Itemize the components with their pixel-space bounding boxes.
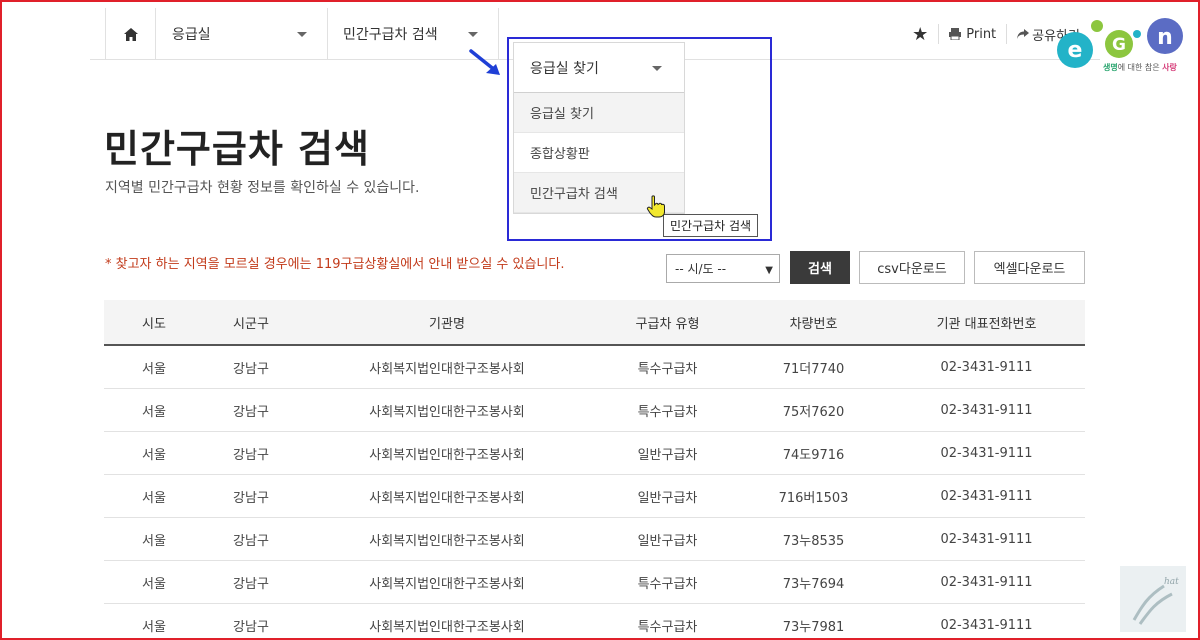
table-cell: 73누7981 [782, 619, 845, 635]
tooltip: 민간구급차 검색 [663, 214, 759, 237]
dropdown-header-label: 응급실 찾기 [530, 60, 599, 77]
table-cell: 73누7694 [782, 576, 845, 592]
table-cell: 74도9716 [782, 447, 845, 463]
table-row: 서울 강남구 사회복지법인대한구조봉사회 일반구급차 716버1503 02-3431-9… [104, 475, 1085, 518]
table-cell: 서울 [142, 576, 166, 592]
table-cell: 강남구 [233, 447, 269, 463]
favorite-button[interactable]: ★ [902, 23, 938, 45]
table-cell: 사회복지법인대한구조봉사회 [369, 490, 525, 506]
table-cell: 일반구급차 [637, 447, 698, 463]
table-cell: 일반구급차 [637, 533, 698, 549]
table-cell: 02-3431-9111 [940, 617, 1033, 633]
nav-level2-label: 민간구급차 검색 [343, 27, 438, 43]
csv-download-button[interactable]: csv다운로드 [859, 251, 965, 284]
nav-level1-label: 응급실 [172, 27, 211, 43]
table-cell: 사회복지법인대한구조봉사회 [369, 533, 525, 549]
dropdown-item-label: 종합상황판 [530, 147, 590, 162]
table-cell: 서울 [142, 404, 166, 420]
table-cell: 사회복지법인대한구조봉사회 [369, 447, 525, 463]
page-title: 민간구급차 검색 [104, 127, 370, 171]
dropdown-header[interactable]: 응급실 찾기 [514, 43, 684, 93]
star-icon: ★ [912, 23, 929, 45]
table-cell: 02-3431-9111 [940, 574, 1033, 590]
page-description: 지역별 민간구급차 현황 정보를 확인하실 수 있습니다. [105, 180, 420, 196]
table-cell: 71더7740 [782, 361, 845, 377]
table-cell: 특수구급차 [637, 619, 698, 635]
chevron-down-icon [652, 66, 662, 71]
print-button[interactable]: Print [938, 24, 1006, 44]
table-cell: 02-3431-9111 [940, 488, 1033, 504]
table-row: 서울 강남구 사회복지법인대한구조봉사회 특수구급차 73누7694 02-3431-91… [104, 561, 1085, 604]
column-header: 시군구 [233, 316, 269, 332]
table-cell: 특수구급차 [637, 361, 698, 377]
table-header: 시도 시군구 기관명 구급차 유형 차량번호 기관 대표전화번호 [104, 300, 1085, 346]
dropdown-item-emergency-room[interactable]: 응급실 찾기 [514, 93, 684, 133]
table-cell: 사회복지법인대한구조봉사회 [369, 619, 525, 635]
notice-text: * 찾고자 하는 지역을 모르실 경우에는 119구급상황실에서 안내 받으실 … [105, 257, 565, 272]
table-cell: 일반구급차 [637, 490, 698, 506]
table-cell: 사회복지법인대한구조봉사회 [369, 404, 525, 420]
home-icon [123, 27, 138, 41]
table-cell: 73누8535 [782, 533, 845, 549]
table-cell: 특수구급차 [637, 404, 698, 420]
printer-icon [949, 28, 962, 40]
column-header: 구급차 유형 [635, 316, 700, 332]
svg-text:n: n [1157, 25, 1173, 50]
table-cell: 강남구 [233, 619, 269, 635]
table-cell: 강남구 [233, 533, 269, 549]
region-select-value: -- 시/도 -- [675, 262, 727, 276]
table-body: 서울 강남구 사회복지법인대한구조봉사회 특수구급차 71더7740 02-3431-91… [104, 346, 1085, 640]
table-cell: 서울 [142, 619, 166, 635]
table-cell: 75저7620 [782, 404, 845, 420]
table-cell: 서울 [142, 361, 166, 377]
column-header: 시도 [142, 316, 166, 332]
svg-text:hat: hat [1164, 577, 1179, 587]
table-cell: 특수구급차 [637, 576, 698, 592]
logo-tagline: 생명에 대한 참은 사랑 [1103, 62, 1177, 72]
column-header: 기관 대표전화번호 [936, 316, 1037, 332]
svg-text:e: e [1068, 38, 1083, 63]
dropdown-item-label: 응급실 찾기 [530, 107, 594, 122]
table-cell: 02-3431-9111 [940, 402, 1033, 418]
svg-text:G: G [1112, 35, 1126, 55]
table-cell: 02-3431-9111 [940, 445, 1033, 461]
table-cell: 716버1503 [778, 490, 849, 506]
table-row: 서울 강남구 사회복지법인대한구조봉사회 일반구급차 74도9716 02-3431-91… [104, 432, 1085, 475]
column-header: 기관명 [429, 316, 465, 332]
table-cell: 서울 [142, 447, 166, 463]
table-cell: 강남구 [233, 404, 269, 420]
table-cell: 사회복지법인대한구조봉사회 [369, 361, 525, 377]
dropdown-item-label: 민간구급차 검색 [530, 187, 618, 202]
chevron-down-icon [297, 32, 307, 37]
table-cell: 강남구 [233, 361, 269, 377]
table-row: 서울 강남구 사회복지법인대한구조봉사회 특수구급차 73누7981 02-3431-91… [104, 604, 1085, 640]
nav-level1-dropdown[interactable]: 응급실 [155, 8, 327, 60]
table-cell: 02-3431-9111 [940, 531, 1033, 547]
chevron-down-icon [468, 32, 478, 37]
nav-utilities: ★ Print 공유하기 [902, 8, 1080, 60]
print-label: Print [966, 26, 997, 42]
region-select[interactable]: -- 시/도 -- ▼ [666, 254, 780, 283]
table-cell: 사회복지법인대한구조봉사회 [369, 576, 525, 592]
table-cell: 강남구 [233, 490, 269, 506]
nav-dropdown-menu: 응급실 찾기 응급실 찾기 종합상황판 민간구급차 검색 [513, 42, 685, 214]
hand-cursor-icon [646, 195, 665, 218]
table-cell: 02-3431-9111 [940, 359, 1033, 375]
table-cell: 강남구 [233, 576, 269, 592]
chevron-down-icon: ▼ [765, 265, 773, 276]
column-header: 차량번호 [789, 316, 838, 332]
table-row: 서울 강남구 사회복지법인대한구조봉사회 특수구급차 71더7740 02-3431-91… [104, 346, 1085, 389]
dropdown-item-status-board[interactable]: 종합상황판 [514, 133, 684, 173]
excel-download-button[interactable]: 엑셀다운로드 [974, 251, 1085, 284]
table-row: 서울 강남구 사회복지법인대한구조봉사회 특수구급차 75저7620 02-3431-91… [104, 389, 1085, 432]
table-cell: 서울 [142, 490, 166, 506]
share-icon [1017, 29, 1030, 39]
watermark-logo: hat [1120, 566, 1186, 632]
search-button[interactable]: 검색 [790, 251, 850, 284]
home-button[interactable] [105, 8, 155, 60]
table-cell: 서울 [142, 533, 166, 549]
table-row: 서울 강남구 사회복지법인대한구조봉사회 일반구급차 73누8535 02-3431-91… [104, 518, 1085, 561]
ambulance-table: 시도 시군구 기관명 구급차 유형 차량번호 기관 대표전화번호 서울 강남구 사회… [104, 300, 1085, 640]
pointer-arrow-icon [469, 49, 500, 75]
